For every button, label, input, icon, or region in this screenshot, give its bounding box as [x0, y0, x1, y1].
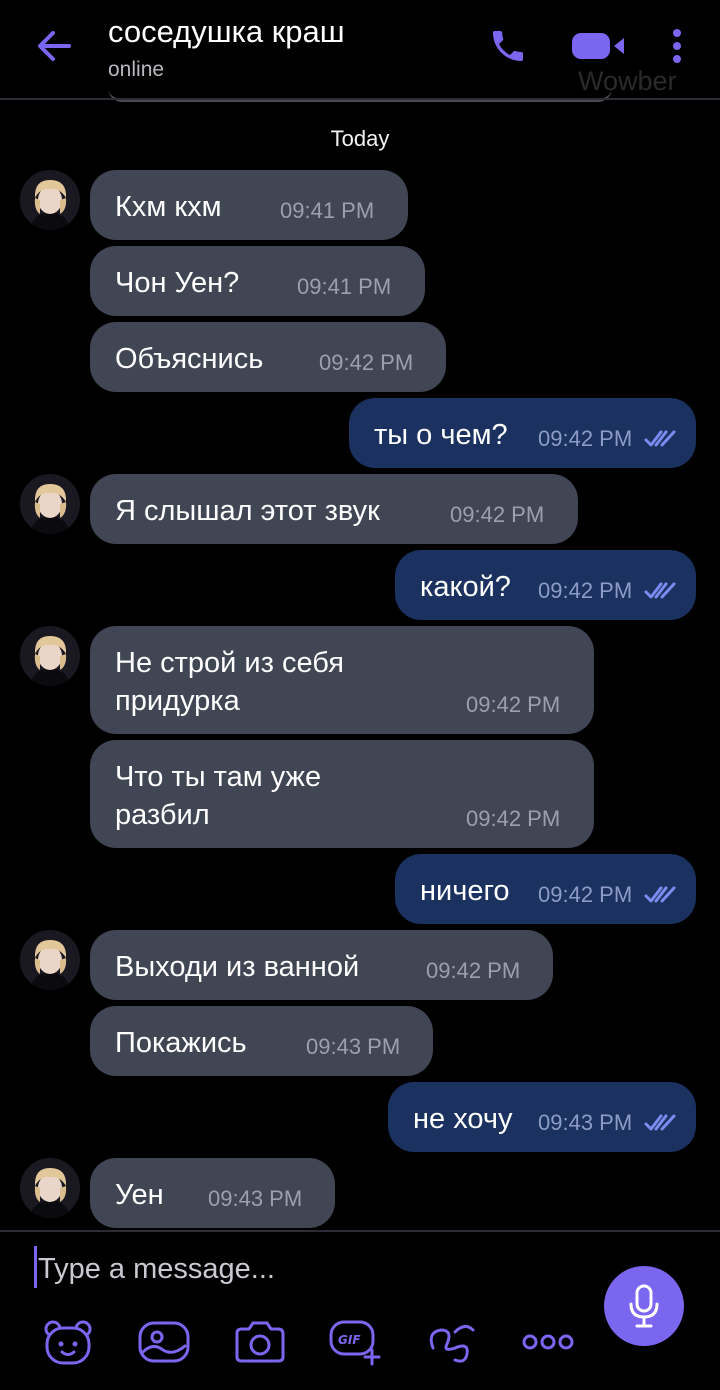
message-timestamp: 09:42 PM	[450, 502, 545, 527]
video-camera-icon	[572, 33, 624, 59]
message-timestamp: 09:41 PM	[280, 198, 375, 223]
avatar-image	[20, 474, 80, 534]
camera-button[interactable]	[232, 1316, 288, 1368]
svg-text:GIF: GIF	[338, 1333, 361, 1347]
contact-status: online	[108, 58, 165, 81]
gif-icon: GIF	[329, 1320, 381, 1366]
message-text: Чон Уен?	[115, 267, 240, 299]
message-input[interactable]	[38, 1248, 578, 1290]
contact-name[interactable]: соседушка краш	[108, 14, 345, 50]
outgoing-message[interactable]: не хочу 09:43 PM	[388, 1082, 696, 1152]
back-arrow-icon	[38, 31, 71, 61]
message-text: ничего	[420, 875, 510, 907]
message-text-line: придурка	[115, 685, 240, 717]
message-timestamp: 09:42 PM	[466, 692, 561, 717]
read-receipt-icon	[644, 1114, 676, 1131]
text-cursor	[34, 1246, 37, 1288]
message-text: Кхм кхм	[115, 191, 222, 223]
message-timestamp: 09:42 PM	[538, 882, 633, 907]
avatar-image	[20, 170, 80, 230]
more-icon	[522, 1334, 574, 1350]
read-receipt-icon	[644, 886, 676, 903]
message-text: Что ты там уже разбил	[115, 758, 321, 834]
message-text: Уен	[115, 1179, 164, 1211]
message-timestamp: 09:43 PM	[538, 1110, 633, 1135]
doodle-icon	[429, 1325, 475, 1363]
gallery-icon	[138, 1321, 190, 1363]
message-text: ты о чем?	[374, 419, 508, 451]
composer-divider	[0, 1230, 720, 1232]
message-timestamp: 09:42 PM	[426, 958, 521, 983]
message-text: Выходи из ванной	[115, 951, 360, 983]
message-text-line: Не строй из себя	[115, 647, 344, 679]
incoming-message[interactable]: Что ты там уже разбил 09:42 PM	[90, 740, 594, 848]
read-receipt-icon	[644, 582, 676, 599]
header-divider	[0, 98, 720, 100]
date-separator: Today	[330, 126, 390, 151]
message-timestamp: 09:42 PM	[538, 426, 633, 451]
incoming-message[interactable]: Объяснись 09:42 PM	[90, 322, 446, 392]
more-options-button[interactable]	[660, 24, 694, 68]
message-timestamp: 09:43 PM	[306, 1034, 401, 1059]
video-call-button[interactable]	[568, 26, 628, 66]
avatar[interactable]	[20, 1158, 80, 1218]
message-text: Покажись	[115, 1027, 247, 1059]
avatar-image	[20, 1158, 80, 1218]
outgoing-message[interactable]: какой? 09:42 PM	[395, 550, 696, 620]
read-receipt-icon	[644, 430, 676, 447]
phone-icon	[493, 31, 523, 61]
message-text: какой?	[420, 571, 511, 603]
avatar-image	[20, 930, 80, 990]
message-timestamp: 09:42 PM	[319, 350, 414, 375]
message-text: не хочу	[413, 1103, 513, 1135]
gallery-button[interactable]	[136, 1316, 192, 1368]
message-text: Объяснись	[115, 343, 264, 375]
outgoing-message[interactable]: ничего 09:42 PM	[395, 854, 696, 924]
chat-header: соседушка краш online Wowber	[0, 0, 720, 102]
message-text-line: Что ты там уже	[115, 761, 322, 793]
avatar[interactable]	[20, 170, 80, 230]
incoming-message[interactable]: Уен 09:43 PM	[90, 1158, 335, 1228]
message-text: Я слышал этот звук	[115, 495, 380, 527]
call-button[interactable]	[484, 24, 532, 68]
incoming-message[interactable]: Я слышал этот звук 09:42 PM	[90, 474, 578, 544]
incoming-message[interactable]: Кхм кхм 09:41 PM	[90, 170, 408, 240]
doodle-button[interactable]	[424, 1316, 480, 1368]
message-timestamp: 09:41 PM	[297, 274, 392, 299]
more-extensions-button[interactable]	[520, 1316, 576, 1368]
message-text: Не строй из себя придурка	[115, 644, 344, 720]
avatar[interactable]	[20, 626, 80, 686]
sticker-button[interactable]	[40, 1316, 96, 1368]
more-vertical-icon	[673, 29, 681, 63]
avatar-image	[20, 626, 80, 686]
incoming-message[interactable]: Выходи из ванной 09:42 PM	[90, 930, 553, 1000]
incoming-message[interactable]: Не строй из себя придурка 09:42 PM	[90, 626, 594, 734]
camera-icon	[235, 1321, 285, 1363]
sticker-bear-icon	[44, 1320, 92, 1365]
message-text-line: разбил	[115, 799, 210, 831]
back-button[interactable]	[30, 22, 78, 70]
avatar[interactable]	[20, 930, 80, 990]
avatar[interactable]	[20, 474, 80, 534]
message-timestamp: 09:43 PM	[208, 1186, 303, 1211]
incoming-message[interactable]: Покажись 09:43 PM	[90, 1006, 433, 1076]
message-timestamp: 09:42 PM	[538, 578, 633, 603]
outgoing-message[interactable]: ты о чем? 09:42 PM	[349, 398, 696, 468]
gif-button[interactable]: GIF	[328, 1316, 384, 1368]
voice-message-button[interactable]	[604, 1266, 684, 1346]
message-timestamp: 09:42 PM	[466, 806, 561, 831]
incoming-message[interactable]: Чон Уен? 09:41 PM	[90, 246, 425, 316]
microphone-icon	[629, 1284, 659, 1328]
